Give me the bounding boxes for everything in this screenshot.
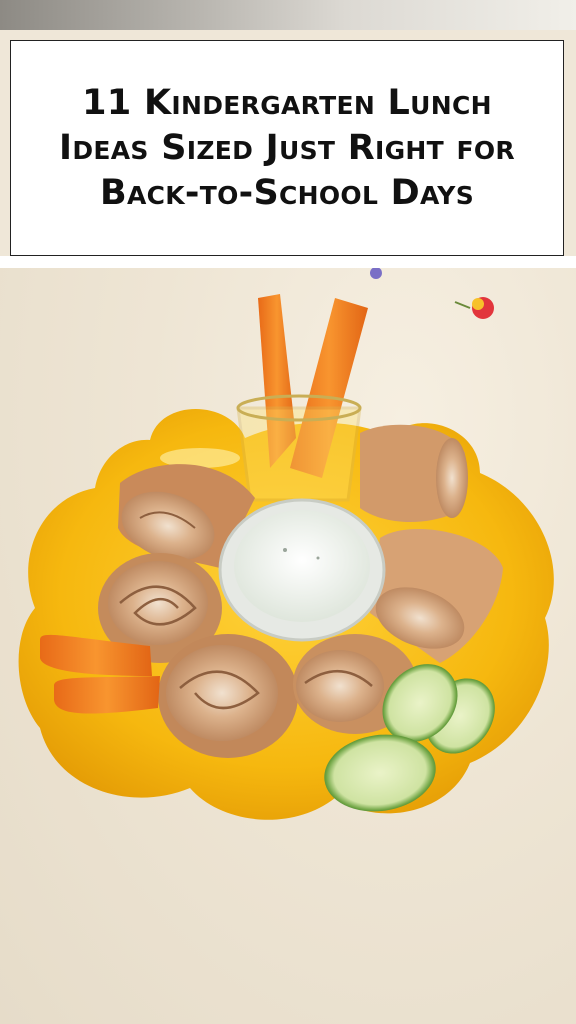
tortilla-roll — [158, 634, 298, 758]
background-flower-purple — [370, 268, 382, 279]
title-card: 11 Kindergarten Lunch Ideas Sized Just R… — [10, 40, 564, 256]
glass-cup — [236, 394, 362, 502]
top-photo-strip — [0, 0, 576, 30]
ranch-dip-cup — [218, 498, 386, 642]
food-photo-illustration — [18, 268, 554, 820]
background-flower — [454, 297, 494, 319]
tortilla-roll — [360, 424, 468, 523]
pin-title: 11 Kindergarten Lunch Ideas Sized Just R… — [59, 82, 515, 213]
title-divider — [0, 256, 576, 268]
food-photo — [0, 268, 576, 1024]
